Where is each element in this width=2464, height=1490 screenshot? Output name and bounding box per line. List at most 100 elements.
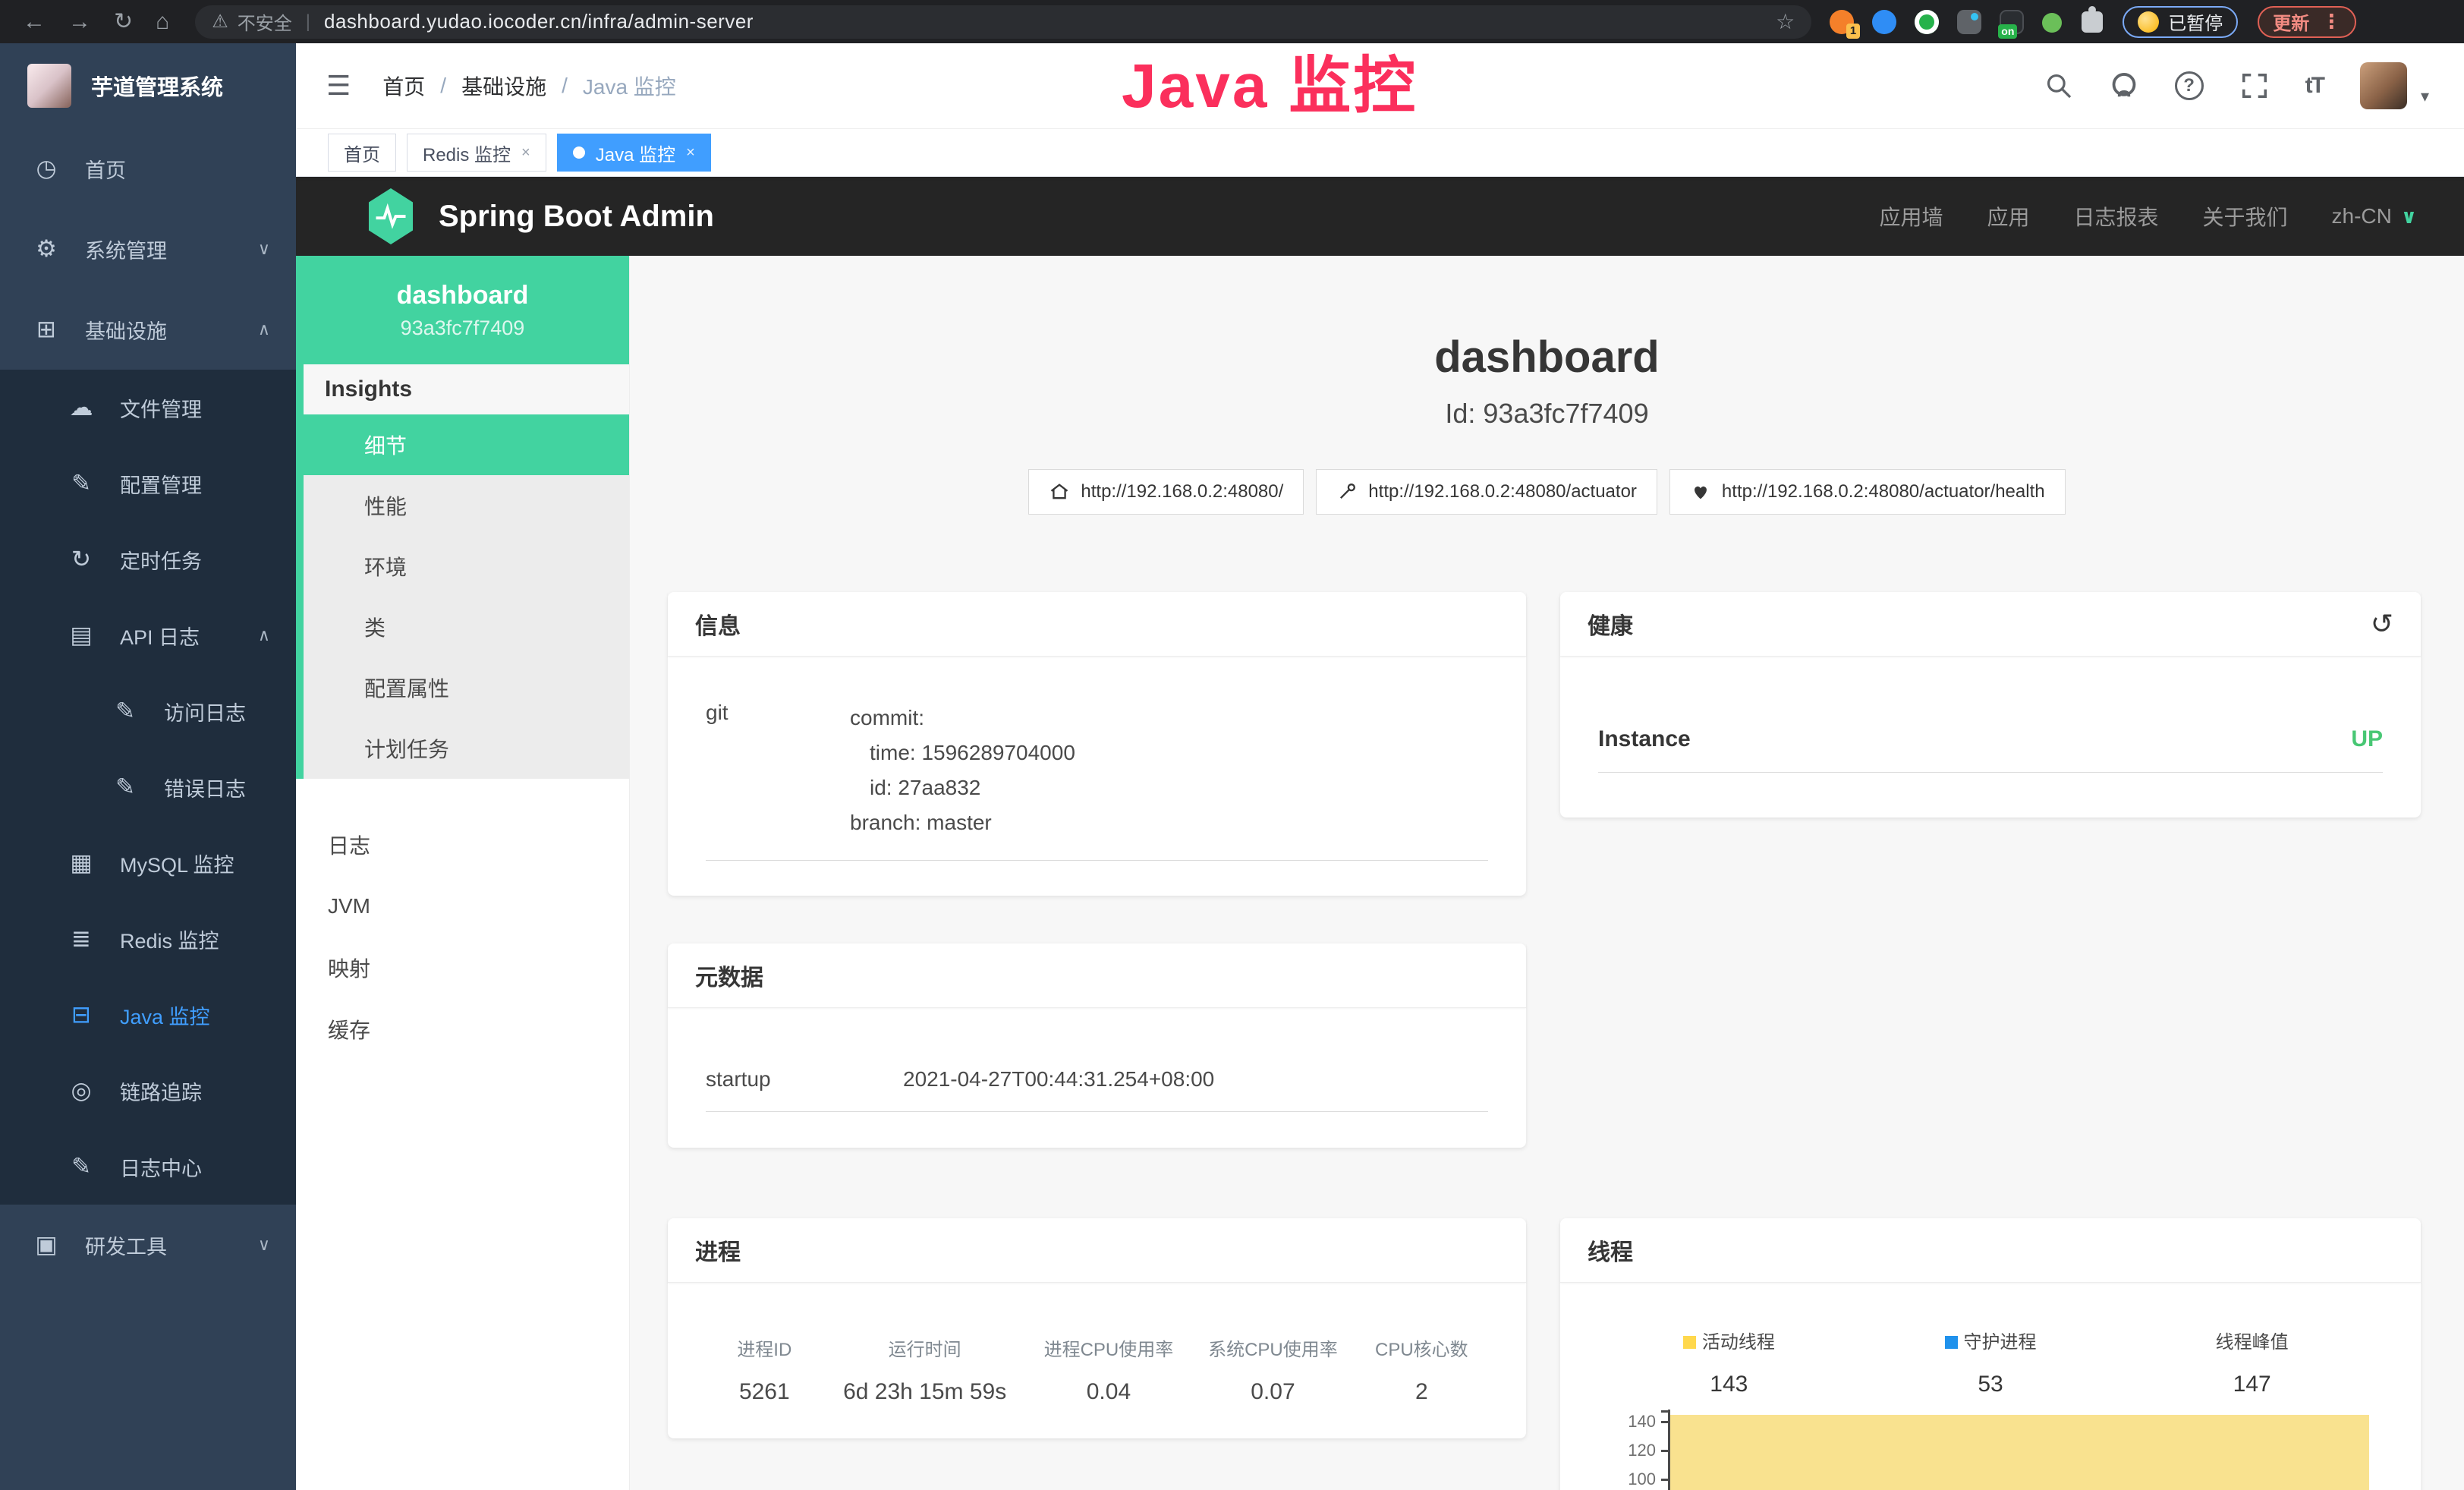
sba-menu-metrics[interactable]: 性能 xyxy=(304,475,629,536)
extension-icon-6[interactable] xyxy=(2042,13,2062,33)
chrome-update-button[interactable]: 更新 ⋮ xyxy=(2258,6,2356,38)
tag-java-monitor[interactable]: Java 监控 × xyxy=(557,134,711,172)
peak-threads-value: 147 xyxy=(2121,1372,2383,1397)
sba-menu-logs[interactable]: 日志 xyxy=(296,814,629,875)
sba-menu-details[interactable]: 细节 xyxy=(304,414,629,475)
sidebar-item-label: 定时任务 xyxy=(120,545,202,575)
extension-icon-2[interactable] xyxy=(1872,10,1896,34)
search-icon[interactable] xyxy=(2044,71,2073,100)
sidebar-item-label: API 日志 xyxy=(120,621,200,650)
health-url-chip[interactable]: http://192.168.0.2:48080/actuator/health xyxy=(1669,469,2066,515)
sba-menu-scheduled-tasks[interactable]: 计划任务 xyxy=(304,718,629,779)
extension-icon-5[interactable]: on xyxy=(2000,10,2024,34)
page-url[interactable]: dashboard.yudao.iocoder.cn/infra/admin-s… xyxy=(324,10,754,33)
emoji-face-icon xyxy=(2138,11,2159,33)
locale-select[interactable]: zh-CN ∨ xyxy=(2332,204,2417,228)
close-icon[interactable]: × xyxy=(686,144,695,162)
axis-tick xyxy=(1661,1479,1669,1481)
github-icon[interactable] xyxy=(2110,71,2138,100)
chevron-down-icon: ∨ xyxy=(258,239,270,259)
tag-label: Redis 监控 xyxy=(423,140,511,166)
sba-menu-config-props[interactable]: 配置属性 xyxy=(304,657,629,718)
page-title: dashboard xyxy=(630,332,2464,383)
chevron-down-icon: ∨ xyxy=(2401,205,2417,228)
chart-plot-area xyxy=(1668,1410,2369,1490)
monitor-icon: ⊞ xyxy=(32,316,61,343)
breadcrumb-home[interactable]: 首页 xyxy=(382,71,425,101)
sidebar-item-log-center[interactable]: ✎ 日志中心 xyxy=(0,1129,296,1205)
fullscreen-icon[interactable] xyxy=(2240,71,2269,100)
spring-boot-admin-logo-icon xyxy=(366,188,416,244)
paused-badge[interactable]: 已暂停 xyxy=(2123,6,2238,38)
sidebar-item-access-logs[interactable]: ✎ 访问日志 xyxy=(0,673,296,749)
sba-menu-environment[interactable]: 环境 xyxy=(304,536,629,597)
sba-nav-applications[interactable]: 应用 xyxy=(1987,201,2029,232)
sidebar-item-dev-tools[interactable]: ▣ 研发工具 ∨ xyxy=(0,1205,296,1285)
extensions-puzzle-icon[interactable] xyxy=(2082,11,2103,33)
instance-header[interactable]: dashboard 93a3fc7f7409 xyxy=(296,256,629,364)
avatar-caret-icon[interactable]: ▾ xyxy=(2421,87,2429,106)
sidebar-item-redis-monitor[interactable]: ≣ Redis 监控 xyxy=(0,901,296,977)
sba-menu-caches[interactable]: 缓存 xyxy=(296,998,629,1060)
sidebar-item-api-logs[interactable]: ▤ API 日志 ∧ xyxy=(0,597,296,673)
threads-card-title: 线程 xyxy=(1560,1218,2421,1283)
service-url-chip[interactable]: http://192.168.0.2:48080/ xyxy=(1028,469,1304,515)
threads-card: 线程 活动线程 守护进程 线程峰值 143 53 147 140 xyxy=(1560,1218,2421,1490)
sba-menu-mappings[interactable]: 映射 xyxy=(296,937,629,998)
y-tick-140: 140 xyxy=(1628,1412,1656,1432)
browser-reload-icon[interactable]: ↻ xyxy=(114,8,133,35)
extension-icon-3[interactable] xyxy=(1915,10,1939,34)
tag-home[interactable]: 首页 xyxy=(328,134,396,172)
sidebar-item-label: 错误日志 xyxy=(164,773,246,802)
sidebar-item-file-mgmt[interactable]: ☁ 文件管理 xyxy=(0,370,296,446)
legend-live-threads[interactable]: 活动线程 xyxy=(1598,1327,1860,1353)
legend-daemon-threads[interactable]: 守护进程 xyxy=(1860,1327,2122,1353)
sba-menu-jvm[interactable]: JVM xyxy=(296,875,629,937)
sidebar-item-infrastructure[interactable]: ⊞ 基础设施 ∧ xyxy=(0,289,296,370)
sidebar-item-java-monitor[interactable]: ⊟ Java 监控 xyxy=(0,977,296,1053)
sba-nav-wallboard[interactable]: 应用墙 xyxy=(1879,201,1943,232)
edit-square-icon: ✎ xyxy=(111,773,140,801)
font-size-icon[interactable]: tT xyxy=(2305,73,2324,99)
legend-peak-threads[interactable]: 线程峰值 xyxy=(2121,1327,2383,1353)
browser-forward-icon[interactable]: → xyxy=(68,9,91,35)
bookmark-star-icon[interactable]: ☆ xyxy=(1776,9,1795,34)
security-label[interactable]: 不安全 xyxy=(238,8,292,35)
sidebar-item-config-mgmt[interactable]: ✎ 配置管理 xyxy=(0,446,296,521)
tag-redis-monitor[interactable]: Redis 监控 × xyxy=(407,134,546,172)
help-icon[interactable]: ? xyxy=(2175,71,2204,100)
row-divider xyxy=(706,860,1488,861)
sba-brand-title[interactable]: Spring Boot Admin xyxy=(439,200,714,234)
sidebar-collapse-icon[interactable]: ☰ xyxy=(326,70,351,102)
history-icon: ↻ xyxy=(67,546,96,573)
user-avatar[interactable] xyxy=(2360,62,2407,109)
breadcrumb-separator: / xyxy=(440,74,446,98)
close-icon[interactable]: × xyxy=(521,144,530,162)
sidebar-item-error-logs[interactable]: ✎ 错误日志 xyxy=(0,749,296,825)
sidebar-item-home[interactable]: ◷ 首页 xyxy=(0,128,296,209)
breadcrumb-infrastructure[interactable]: 基础设施 xyxy=(461,71,546,101)
sidebar-item-trace[interactable]: ◎ 链路追踪 xyxy=(0,1053,296,1129)
extension-icon-1[interactable]: 1 xyxy=(1830,10,1854,34)
browser-home-icon[interactable]: ⌂ xyxy=(156,9,169,35)
address-bar[interactable]: ⚠ 不安全 | dashboard.yudao.iocoder.cn/infra… xyxy=(195,5,1811,39)
actuator-url-chip[interactable]: http://192.168.0.2:48080/actuator xyxy=(1316,469,1657,515)
browser-back-icon[interactable]: ← xyxy=(23,9,46,35)
update-label: 更新 xyxy=(2273,8,2309,35)
service-url: http://192.168.0.2:48080/ xyxy=(1081,481,1283,502)
sidebar-item-system-mgmt[interactable]: ⚙ 系统管理 ∨ xyxy=(0,209,296,289)
sidebar-item-label: 首页 xyxy=(85,154,126,184)
health-instance-row[interactable]: Instance UP xyxy=(1598,657,2383,752)
sba-nav-about[interactable]: 关于我们 xyxy=(2203,201,2288,232)
browser-menu-icon[interactable]: ⋮ xyxy=(2321,10,2341,33)
extension-icon-4[interactable] xyxy=(1957,10,1981,34)
sba-nav-journal[interactable]: 日志报表 xyxy=(2074,201,2159,232)
sidebar-item-mysql-monitor[interactable]: ▦ MySQL 监控 xyxy=(0,825,296,901)
sba-menu-classes[interactable]: 类 xyxy=(304,597,629,657)
app-logo-row[interactable]: 芋道管理系统 xyxy=(0,43,296,128)
sidebar-item-scheduled-tasks[interactable]: ↻ 定时任务 xyxy=(0,521,296,597)
history-icon[interactable]: ↺ xyxy=(2371,608,2393,640)
sidebar-item-label: MySQL 监控 xyxy=(120,849,234,878)
metadata-startup-label: startup xyxy=(706,1067,903,1092)
val-uptime: 6d 23h 15m 59s xyxy=(823,1379,1027,1405)
